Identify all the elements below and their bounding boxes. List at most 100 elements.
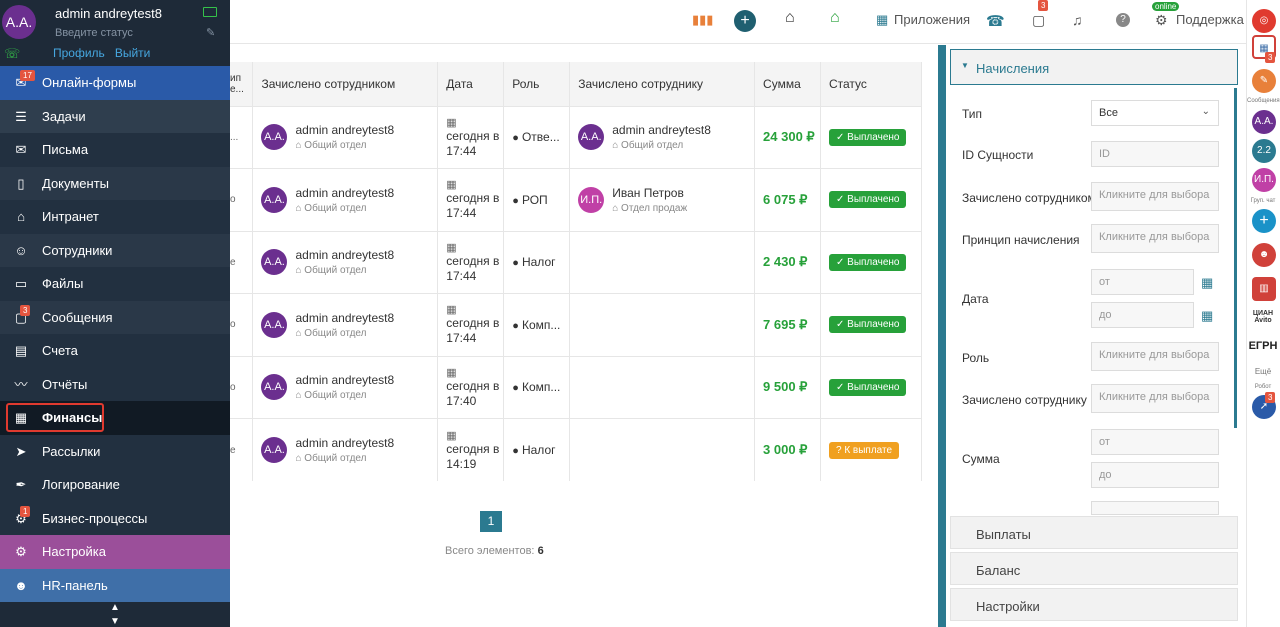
date-text: сегодня в 17:40 [446, 378, 500, 408]
panel-scrollbar[interactable] [938, 45, 946, 627]
status-badge[interactable]: ✓ Выплачено [828, 378, 907, 396]
add-icon[interactable]: + [734, 10, 756, 32]
column-header[interactable]: Зачислено сотруднику [569, 62, 756, 106]
house-search-icon[interactable]: ⌂ [785, 9, 795, 27]
column-header[interactable]: Сумма [754, 62, 821, 106]
filter-scrollbar[interactable] [1234, 88, 1237, 428]
principle-select[interactable]: Кликните для выбора [1091, 224, 1219, 253]
role-select[interactable]: Кликните для выбора [1091, 342, 1219, 371]
scroll-down-icon[interactable]: ▼ [110, 616, 120, 627]
sidebar-item-tasks[interactable]: ☰ Задачи [0, 99, 230, 133]
help-icon[interactable]: ? [1116, 13, 1130, 27]
column-header[interactable]: Роль [503, 62, 571, 106]
credited-to-select[interactable]: Кликните для выбора [1091, 384, 1219, 413]
building-icon[interactable]: ▥ [1252, 277, 1276, 301]
table-row[interactable]: е А.А. admin andreytest8 ⌂ Общий отдел ▦ сего… [230, 230, 923, 294]
target-icon[interactable]: ◎ [1252, 9, 1276, 33]
support-link[interactable]: Поддержка [1176, 12, 1244, 27]
sidebar-item-mailings[interactable]: ➤ Рассылки [0, 434, 230, 468]
table-row[interactable]: о А.А. admin andreytest8 ⌂ Общий отдел ▦ сего… [230, 168, 923, 231]
topbar: ▮▮▮ + ⌂ ⌂ ▦ Приложения ☎ ▢ 3 ♫ ? ⚙ Подде… [230, 0, 1246, 44]
status-badge[interactable]: ✓ Выплачено [828, 316, 907, 334]
stats-icon[interactable]: ▮▮▮ [692, 12, 713, 28]
filter-section-settings[interactable]: Настройки [950, 588, 1238, 621]
column-header[interactable]: ип е... [230, 62, 254, 106]
chat-icon[interactable]: ▢ [1032, 12, 1045, 29]
add-chat-icon[interactable]: + [1252, 209, 1276, 233]
table-row[interactable]: о А.А. admin andreytest8 ⌂ Общий отдел ▦ сего… [230, 293, 923, 356]
sidebar-item-employees[interactable]: ☺ Сотрудники [0, 233, 230, 267]
id-input[interactable]: ID [1091, 141, 1219, 167]
scroll-up-icon[interactable]: ▲ [110, 602, 120, 613]
sidebar-item-messages[interactable]: ▢ 3 Сообщения [0, 300, 230, 334]
status-badge[interactable]: ✓ Выплачено [828, 253, 907, 271]
avatar: И.П. [578, 186, 605, 213]
column-header[interactable]: Статус [820, 62, 923, 106]
sidebar-item-documents[interactable]: ▯ Документы [0, 166, 230, 200]
calendar-icon[interactable]: ▦ [1201, 275, 1213, 291]
logout-link[interactable]: Выйти [115, 46, 151, 60]
egrn-logo[interactable]: ЕГРН [1247, 340, 1279, 352]
status-badge[interactable]: ✓ Выплачено [828, 128, 907, 146]
credited-by-cell[interactable]: А.А. admin andreytest8 ⌂ Общий отдел [252, 355, 439, 419]
column-header[interactable]: Зачислено сотрудником [252, 62, 439, 106]
cian-logo[interactable]: ЦИАН Avito [1247, 310, 1279, 324]
date-to-input[interactable]: до [1091, 302, 1194, 328]
sidebar-item-intranet[interactable]: ⌂ Интранет [0, 200, 230, 234]
role-icon: ● [512, 257, 522, 270]
sum-from-input[interactable]: от [1091, 429, 1219, 455]
sidebar-item-files[interactable]: ▭ Файлы [0, 267, 230, 301]
status-badge[interactable]: ✓ Выплачено [828, 191, 907, 209]
status-input[interactable]: Введите статус [55, 27, 133, 39]
table-row[interactable]: о А.А. admin andreytest8 ⌂ Общий отдел ▦ сего… [230, 355, 923, 419]
sidebar-item-business-processes[interactable]: ⚙ 1 Бизнес-процессы [0, 501, 230, 535]
profile-link[interactable]: Профиль [53, 46, 105, 60]
sidebar-item-label: Сотрудники [42, 242, 113, 258]
sidebar-item-online-forms[interactable]: ✉ 17 Онлайн-формы [0, 66, 230, 100]
quickbar-avatar[interactable]: 2.2 [1252, 139, 1276, 163]
home-icon[interactable]: ⌂ [830, 9, 840, 27]
status-badge[interactable]: ? К выплате [828, 441, 900, 459]
filter-section-payments[interactable]: Выплаты [950, 516, 1238, 549]
page-button[interactable]: 1 [480, 511, 502, 532]
avatar[interactable]: А.А. [2, 5, 36, 39]
credited-to-cell[interactable]: А.А. admin andreytest8 ⌂ Общий отдел [569, 105, 756, 169]
quickbar-avatar[interactable]: А.А. [1252, 110, 1276, 134]
credited-by-cell[interactable]: А.А. admin andreytest8 ⌂ Общий отдел [252, 293, 439, 356]
mail-icon[interactable] [203, 7, 217, 17]
filter-section-balance[interactable]: Баланс [950, 552, 1238, 585]
envelope-icon: ✉ [15, 142, 27, 157]
apps-link[interactable]: Приложения [894, 12, 970, 27]
sum-to-input[interactable]: до [1091, 462, 1219, 488]
quickbar-avatar[interactable]: И.П. [1252, 168, 1276, 192]
calendar-icon[interactable]: ▦ [1201, 308, 1213, 324]
credited-by-cell[interactable]: А.А. admin andreytest8 ⌂ Общий отдел [252, 168, 439, 231]
sidebar-item-invoices[interactable]: ▤ Счета [0, 334, 230, 368]
credited-to-cell[interactable]: И.П. Иван Петров ⌂ Отдел продаж [569, 168, 756, 231]
filter-section-accruals[interactable]: ▼ Начисления [950, 49, 1238, 85]
credited-by-cell[interactable]: А.А. admin andreytest8 ⌂ Общий отдел [252, 418, 439, 481]
table-row[interactable]: ... А.А. admin andreytest8 ⌂ Общий отдел ▦ се… [230, 105, 923, 169]
column-header[interactable]: Дата [437, 62, 505, 106]
sidebar-item-finance[interactable]: ▦ Финансы [0, 401, 230, 435]
extra-input[interactable] [1091, 501, 1219, 515]
more-link[interactable]: Ещё [1247, 367, 1279, 376]
sidebar-item-hr-panel[interactable]: ☻ HR-панель [0, 568, 230, 602]
date-from-input[interactable]: от [1091, 269, 1194, 295]
phone-icon[interactable]: ☎ [986, 12, 1005, 30]
bell-icon[interactable]: ♫ [1072, 12, 1083, 28]
credited-by-select[interactable]: Кликните для выбора [1091, 182, 1219, 211]
table-row[interactable]: е А.А. admin andreytest8 ⌂ Общий отдел ▦ сего… [230, 418, 923, 481]
sidebar-item-mail[interactable]: ✉ Письма [0, 133, 230, 167]
type-select[interactable]: Все ⌄ [1091, 100, 1219, 126]
sidebar-item-reports[interactable]: 〰 Отчёты [0, 367, 230, 401]
edit-icon[interactable]: ✎ [206, 26, 215, 39]
sidebar-item-settings[interactable]: ⚙ Настройка [0, 535, 230, 569]
sidebar-item-logging[interactable]: ✒ Логирование [0, 468, 230, 502]
messages-app-icon[interactable]: ✎ [1252, 69, 1276, 93]
credited-by-cell[interactable]: А.А. admin andreytest8 ⌂ Общий отдел [252, 105, 439, 169]
calendar-icon: ▦ [446, 116, 457, 129]
credited-by-cell[interactable]: А.А. admin andreytest8 ⌂ Общий отдел [252, 230, 439, 294]
phone-icon[interactable]: ☏ [4, 46, 20, 62]
team-icon[interactable]: ☻ [1252, 243, 1276, 267]
